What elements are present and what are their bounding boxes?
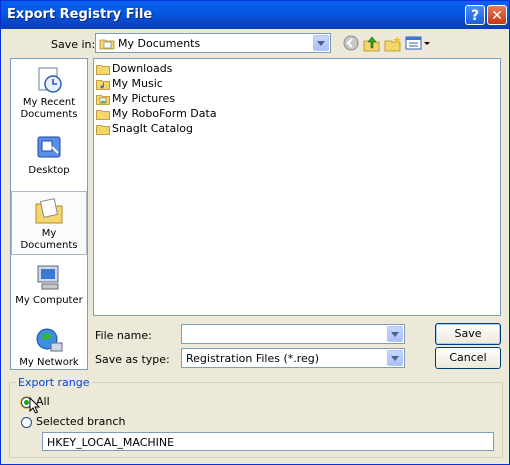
folder-icon xyxy=(96,109,110,120)
save-button[interactable]: Save xyxy=(435,323,501,345)
save-in-dropdown[interactable]: My Documents xyxy=(95,33,331,53)
desktop-icon xyxy=(33,133,65,163)
selected-branch-label[interactable]: Selected branch xyxy=(36,415,125,428)
places-bar: My Recent Documents Desktop My Documents… xyxy=(10,58,88,370)
save-in-label: Save in: xyxy=(51,38,96,51)
folder-icon xyxy=(96,64,110,75)
close-button[interactable]: ✕ xyxy=(487,5,507,25)
new-folder-icon[interactable] xyxy=(384,35,402,53)
folder-icon xyxy=(96,124,110,135)
export-registry-dialog: Export Registry File ? ✕ Save in: My Doc… xyxy=(0,0,510,465)
chevron-down-icon[interactable] xyxy=(387,326,403,342)
list-item[interactable]: My Music xyxy=(96,77,163,93)
file-name: SnagIt Catalog xyxy=(112,122,193,135)
list-item[interactable]: My Pictures xyxy=(96,92,175,108)
export-range-group: Export range All Selected branch HKEY_LO… xyxy=(9,376,503,458)
place-desktop[interactable]: Desktop xyxy=(11,129,87,191)
views-menu-icon[interactable] xyxy=(405,35,431,53)
music-folder-icon xyxy=(96,79,110,90)
cancel-button[interactable]: Cancel xyxy=(435,347,501,369)
file-name: My Music xyxy=(112,77,163,90)
chevron-down-icon[interactable] xyxy=(313,35,329,51)
branch-path-field[interactable]: HKEY_LOCAL_MACHINE xyxy=(42,432,494,451)
list-item[interactable]: SnagIt Catalog xyxy=(96,122,193,138)
save-in-value: My Documents xyxy=(118,37,201,50)
help-button[interactable]: ? xyxy=(465,5,485,25)
place-my-network[interactable]: My Network xyxy=(11,321,87,383)
recent-documents-icon xyxy=(33,65,65,95)
place-my-computer[interactable]: My Computer xyxy=(11,259,87,321)
folder-icon xyxy=(99,37,115,53)
window-title: Export Registry File xyxy=(7,7,153,22)
place-my-documents[interactable]: My Documents xyxy=(11,191,87,255)
list-item[interactable]: Downloads xyxy=(96,62,172,78)
place-label: Desktop xyxy=(28,165,70,176)
file-name-label: File name: xyxy=(95,329,152,342)
place-label: My Documents xyxy=(20,228,78,251)
file-name: My Pictures xyxy=(112,92,176,105)
place-label: My Computer xyxy=(15,295,83,306)
file-name: Downloads xyxy=(112,62,173,75)
list-item[interactable]: My RoboForm Data xyxy=(96,107,217,123)
back-icon[interactable] xyxy=(343,35,361,53)
chevron-down-icon[interactable] xyxy=(387,350,403,366)
file-name-field[interactable] xyxy=(181,324,405,344)
title-bar[interactable]: Export Registry File ? ✕ xyxy=(1,1,509,29)
save-as-type-dropdown[interactable]: Registration Files (*.reg) xyxy=(181,348,405,368)
my-network-icon xyxy=(33,325,65,355)
pictures-folder-icon xyxy=(96,94,110,105)
place-label: My Network xyxy=(19,357,79,368)
file-name: My RoboForm Data xyxy=(112,107,217,120)
my-documents-icon xyxy=(33,196,65,226)
save-as-type-value: Registration Files (*.reg) xyxy=(186,352,320,365)
selected-branch-radio[interactable] xyxy=(21,417,32,428)
my-computer-icon xyxy=(33,263,65,293)
place-label: My Recent Documents xyxy=(20,97,78,120)
save-as-type-label: Save as type: xyxy=(95,353,170,366)
place-my-recent-documents[interactable]: My Recent Documents xyxy=(11,61,87,123)
file-list[interactable]: Downloads My Music My Pictures My RoboFo… xyxy=(93,58,501,316)
up-folder-icon[interactable] xyxy=(363,35,381,53)
export-range-legend: Export range xyxy=(16,376,92,389)
